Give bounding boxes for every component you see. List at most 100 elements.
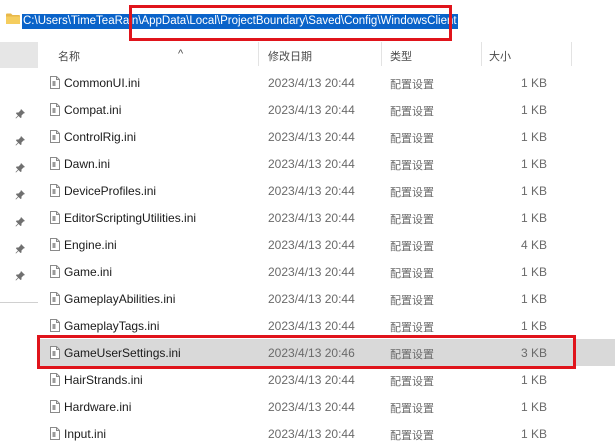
file-size: 1 KB: [520, 211, 547, 225]
ini-file-icon: [50, 184, 60, 197]
file-size: 4 KB: [520, 238, 547, 252]
ini-file-icon: [50, 238, 60, 251]
file-row[interactable]: ControlRig.ini 2023/4/13 20:44 配置设置 1 KB: [38, 123, 615, 150]
file-date: 2023/4/13 20:44: [268, 238, 355, 252]
file-type: 配置设置: [390, 133, 434, 145]
ini-file-icon: [50, 265, 60, 278]
file-name: GameplayTags.ini: [64, 319, 160, 333]
file-name: Input.ini: [64, 427, 107, 441]
ini-file-icon: [50, 400, 60, 413]
column-divider[interactable]: [481, 42, 482, 66]
ini-file-icon: [50, 319, 60, 332]
file-type: 配置设置: [390, 106, 434, 118]
ini-file-icon: [50, 103, 60, 116]
file-row[interactable]: CommonUI.ini 2023/4/13 20:44 配置设置 1 KB: [38, 69, 615, 96]
file-name: GameplayAbilities.ini: [64, 292, 176, 306]
column-header: ^ 名称 修改日期 类型 大小: [38, 42, 615, 66]
file-type: 配置设置: [390, 322, 434, 334]
file-size: 1 KB: [520, 400, 547, 414]
file-type: 配置设置: [390, 403, 434, 415]
nav-selected-item[interactable]: [0, 42, 38, 68]
file-name: DeviceProfiles.ini: [64, 184, 157, 198]
file-row[interactable]: Compat.ini 2023/4/13 20:44 配置设置 1 KB: [38, 96, 615, 123]
file-name: Dawn.ini: [64, 157, 111, 171]
file-name: ControlRig.ini: [64, 130, 137, 144]
file-size: 1 KB: [520, 130, 547, 144]
file-name: Hardware.ini: [64, 400, 132, 414]
nav-divider: [0, 302, 38, 303]
ini-file-icon: [50, 373, 60, 386]
pin-icon: [15, 190, 25, 200]
file-type: 配置设置: [390, 349, 434, 361]
address-bar[interactable]: C:\Users\TimeTeaRain\AppData\Local\Proje…: [0, 0, 615, 42]
column-date-modified[interactable]: 修改日期: [268, 48, 312, 64]
file-row[interactable]: Engine.ini 2023/4/13 20:44 配置设置 4 KB: [38, 231, 615, 258]
file-date: 2023/4/13 20:44: [268, 76, 355, 90]
file-type: 配置设置: [390, 295, 434, 307]
file-date: 2023/4/13 20:44: [268, 103, 355, 117]
pin-icon: [15, 109, 25, 119]
column-divider[interactable]: [258, 42, 259, 66]
pin-icon: [15, 136, 25, 146]
file-type: 配置设置: [390, 241, 434, 253]
file-size: 1 KB: [520, 184, 547, 198]
file-size: 1 KB: [520, 292, 547, 306]
ini-file-icon: [50, 292, 60, 305]
pin-icon: [15, 163, 25, 173]
file-size: 1 KB: [520, 157, 547, 171]
pin-icon: [15, 217, 25, 227]
ini-file-icon: [50, 76, 60, 89]
file-date: 2023/4/13 20:44: [268, 373, 355, 387]
file-row[interactable]: Hardware.ini 2023/4/13 20:44 配置设置 1 KB: [38, 393, 615, 420]
navigation-pane: [0, 42, 38, 448]
address-path[interactable]: C:\Users\TimeTeaRain\AppData\Local\Proje…: [22, 14, 458, 29]
file-row[interactable]: GameplayAbilities.ini 2023/4/13 20:44 配置…: [38, 285, 615, 312]
file-row[interactable]: DeviceProfiles.ini 2023/4/13 20:44 配置设置 …: [38, 177, 615, 204]
file-type: 配置设置: [390, 214, 434, 226]
pin-icon: [15, 244, 25, 254]
file-date: 2023/4/13 20:44: [268, 400, 355, 414]
file-name: EditorScriptingUtilities.ini: [64, 211, 197, 225]
file-date: 2023/4/13 20:44: [268, 184, 355, 198]
file-size: 1 KB: [520, 319, 547, 333]
file-type: 配置设置: [390, 430, 434, 442]
file-date: 2023/4/13 20:44: [268, 427, 355, 441]
file-row[interactable]: EditorScriptingUtilities.ini 2023/4/13 2…: [38, 204, 615, 231]
file-date: 2023/4/13 20:44: [268, 157, 355, 171]
column-divider[interactable]: [381, 42, 382, 66]
file-row[interactable]: Dawn.ini 2023/4/13 20:44 配置设置 1 KB: [38, 150, 615, 177]
file-row-selected[interactable]: GameUserSettings.ini 2023/4/13 20:46 配置设…: [38, 339, 615, 366]
file-name: GameUserSettings.ini: [64, 346, 181, 360]
column-type[interactable]: 类型: [390, 48, 412, 64]
file-row[interactable]: Input.ini 2023/4/13 20:44 配置设置 1 KB: [38, 420, 615, 447]
ini-file-icon: [50, 346, 60, 359]
file-name: CommonUI.ini: [64, 76, 141, 90]
ini-file-icon: [50, 427, 60, 440]
file-date: 2023/4/13 20:46: [268, 346, 355, 360]
file-size: 1 KB: [520, 427, 547, 441]
file-size: 1 KB: [520, 76, 547, 90]
folder-icon: [6, 13, 20, 24]
file-type: 配置设置: [390, 79, 434, 91]
column-name[interactable]: 名称: [58, 48, 80, 64]
pin-icon: [15, 271, 25, 281]
file-date: 2023/4/13 20:44: [268, 130, 355, 144]
file-date: 2023/4/13 20:44: [268, 292, 355, 306]
file-row[interactable]: Game.ini 2023/4/13 20:44 配置设置 1 KB: [38, 258, 615, 285]
file-type: 配置设置: [390, 160, 434, 172]
ini-file-icon: [50, 157, 60, 170]
column-size[interactable]: 大小: [489, 48, 511, 64]
file-name: Game.ini: [64, 265, 113, 279]
file-row[interactable]: GameplayTags.ini 2023/4/13 20:44 配置设置 1 …: [38, 312, 615, 339]
file-size: 3 KB: [520, 346, 547, 360]
column-divider[interactable]: [571, 42, 572, 66]
file-type: 配置设置: [390, 187, 434, 199]
file-type: 配置设置: [390, 268, 434, 280]
file-row[interactable]: HairStrands.ini 2023/4/13 20:44 配置设置 1 K…: [38, 366, 615, 393]
file-size: 1 KB: [520, 265, 547, 279]
file-name: Engine.ini: [64, 238, 117, 252]
ini-file-icon: [50, 211, 60, 224]
sort-caret-icon: ^: [178, 48, 184, 60]
file-date: 2023/4/13 20:44: [268, 211, 355, 225]
file-size: 1 KB: [520, 103, 547, 117]
